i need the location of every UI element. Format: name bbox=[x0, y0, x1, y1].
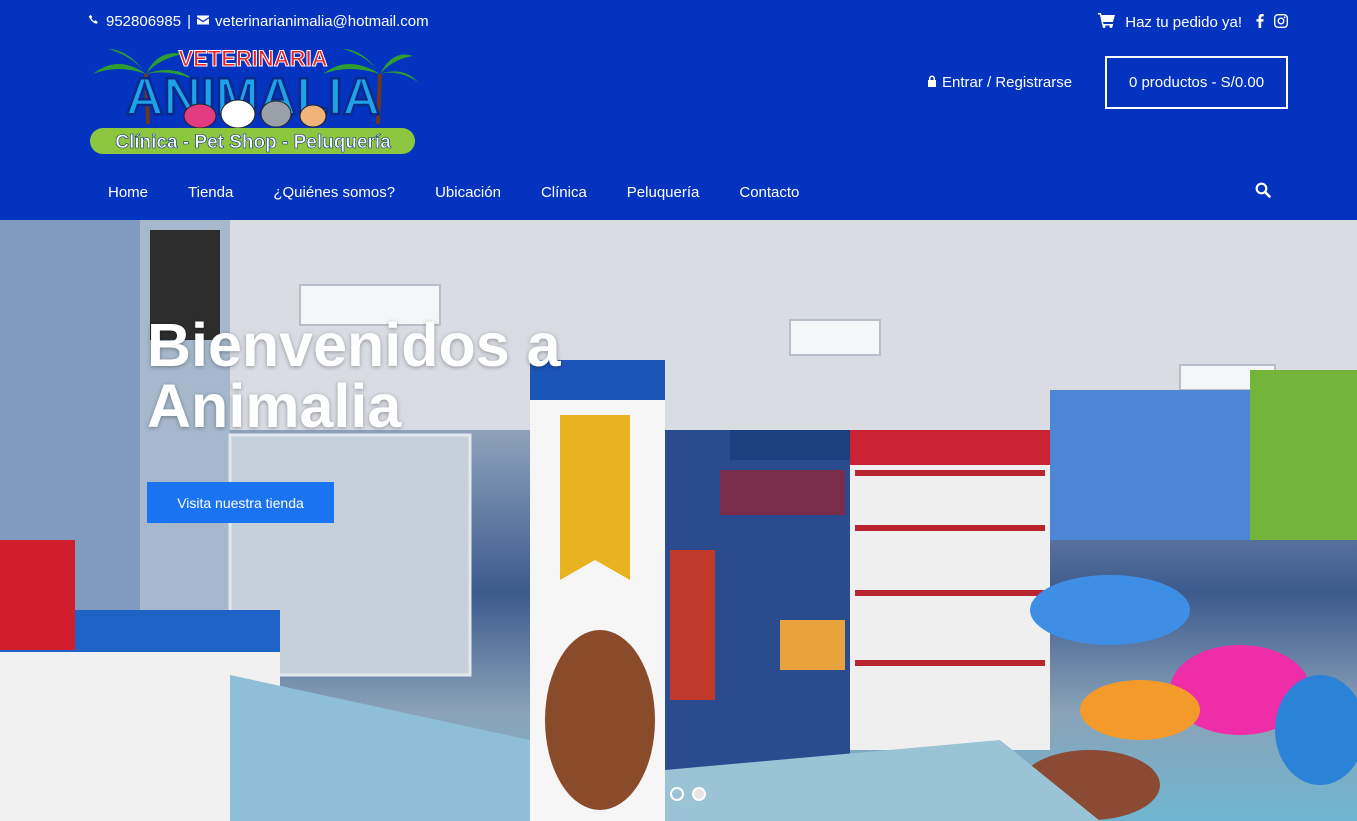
cart-icon bbox=[1098, 13, 1116, 32]
search-icon[interactable] bbox=[1255, 182, 1273, 200]
contact-separator: | bbox=[187, 13, 191, 30]
logo-tagline: Clínica - Pet Shop - Peluquería bbox=[115, 132, 391, 153]
phone-number[interactable]: 952806985 bbox=[106, 13, 181, 30]
envelope-icon bbox=[197, 13, 209, 30]
nav-item-quienes-somos[interactable]: ¿Quiénes somos? bbox=[253, 182, 415, 204]
login-register-link[interactable]: Entrar / Registrarse bbox=[927, 74, 1072, 91]
site-header: 952806985 | veterinarianimalia@hotmail.c… bbox=[0, 0, 1357, 220]
facebook-icon[interactable] bbox=[1256, 13, 1264, 32]
hero-title: Bienvenidos a Animalia bbox=[147, 315, 667, 437]
site-logo[interactable]: VETERINARIA ANIMALIA Clínica - Pet Shop … bbox=[88, 44, 418, 156]
nav-item-peluqueria[interactable]: Peluquería bbox=[607, 182, 720, 204]
login-label: Entrar / Registrarse bbox=[942, 74, 1073, 91]
contact-info: 952806985 | veterinarianimalia@hotmail.c… bbox=[88, 13, 429, 30]
cart-summary-button[interactable]: 0 productos - S/0.00 bbox=[1105, 56, 1288, 109]
phone-icon bbox=[88, 13, 100, 30]
hero-title-line2: Animalia bbox=[147, 372, 402, 440]
nav-item-clinica[interactable]: Clínica bbox=[521, 182, 607, 204]
slide-dot-1[interactable] bbox=[670, 787, 684, 801]
order-social: Haz tu pedido ya! bbox=[1098, 13, 1288, 32]
top-bar: 952806985 | veterinarianimalia@hotmail.c… bbox=[88, 13, 1288, 35]
instagram-icon[interactable] bbox=[1274, 13, 1288, 32]
lock-icon bbox=[927, 74, 937, 91]
hero-title-line1: Bienvenidos a bbox=[147, 311, 561, 379]
nav-item-home[interactable]: Home bbox=[88, 182, 168, 204]
slide-dot-2[interactable] bbox=[692, 787, 706, 801]
nav-item-tienda[interactable]: Tienda bbox=[168, 182, 253, 204]
nav-item-contacto[interactable]: Contacto bbox=[719, 182, 819, 204]
hero-slider: Bienvenidos a Animalia Visita nuestra ti… bbox=[0, 220, 1357, 821]
slider-pagination bbox=[670, 787, 706, 801]
order-now-link[interactable]: Haz tu pedido ya! bbox=[1125, 14, 1242, 31]
nav-item-ubicacion[interactable]: Ubicación bbox=[415, 182, 521, 204]
cart-summary-label: 0 productos - S/0.00 bbox=[1128, 74, 1265, 91]
visit-store-button[interactable]: Visita nuestra tienda bbox=[147, 482, 334, 523]
email-link[interactable]: veterinarianimalia@hotmail.com bbox=[215, 13, 429, 30]
main-nav: Home Tienda ¿Quiénes somos? Ubicación Cl… bbox=[88, 182, 819, 204]
